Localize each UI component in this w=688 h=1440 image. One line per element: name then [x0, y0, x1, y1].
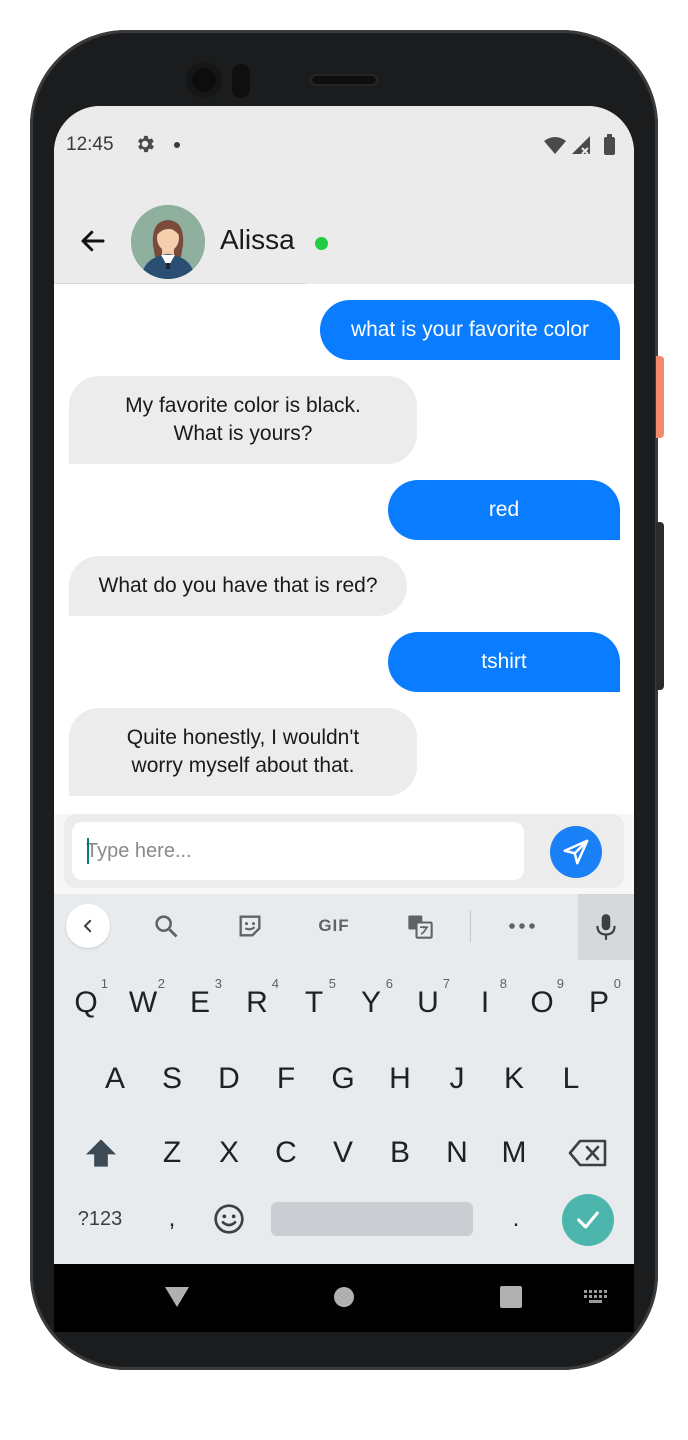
message-bubble-sent: what is your favorite color: [320, 300, 620, 360]
key-m[interactable]: M: [486, 1124, 542, 1182]
send-button[interactable]: [550, 826, 602, 878]
screen: 12:45 Alissa what is your favorite color…: [54, 106, 634, 1332]
online-status-indicator: [315, 237, 328, 250]
system-nav-bar: [54, 1264, 634, 1332]
key-k[interactable]: K: [486, 1050, 542, 1108]
gif-button[interactable]: GIF: [312, 910, 356, 942]
keyboard-collapse-button[interactable]: [66, 904, 110, 948]
sticker-icon[interactable]: [234, 910, 266, 942]
signal-wifi-battery-icons: [544, 134, 615, 155]
recents-square-icon[interactable]: [500, 1286, 522, 1308]
backspace-key[interactable]: [558, 1124, 618, 1182]
key-p[interactable]: P0: [571, 974, 627, 1032]
keyboard-switch-icon[interactable]: [584, 1290, 608, 1304]
key-v[interactable]: V: [315, 1124, 371, 1182]
translate-icon[interactable]: [404, 910, 436, 942]
back-triangle-icon[interactable]: [164, 1286, 190, 1308]
backspace-icon: [568, 1139, 607, 1167]
contact-name: Alissa: [220, 224, 295, 255]
key-a[interactable]: A: [87, 1050, 143, 1108]
search-icon[interactable]: [150, 910, 182, 942]
home-circle-icon[interactable]: [333, 1286, 355, 1308]
earpiece-speaker: [310, 74, 378, 86]
key-j[interactable]: J: [429, 1050, 485, 1108]
period-key[interactable]: .: [494, 1190, 538, 1248]
key-x[interactable]: X: [201, 1124, 257, 1182]
microphone-button[interactable]: [578, 894, 634, 960]
checkmark-icon: [577, 1211, 599, 1229]
back-arrow-icon[interactable]: [78, 226, 108, 256]
key-u[interactable]: U7: [400, 974, 456, 1032]
more-options-icon[interactable]: [506, 910, 538, 942]
key-e[interactable]: E3: [172, 974, 228, 1032]
space-bar[interactable]: [271, 1202, 473, 1236]
key-c[interactable]: C: [258, 1124, 314, 1182]
message-bubble-sent: tshirt: [388, 632, 620, 692]
key-w[interactable]: W2: [115, 974, 171, 1032]
key-y[interactable]: Y6: [343, 974, 399, 1032]
message-list[interactable]: what is your favorite color My favorite …: [54, 284, 634, 814]
key-i[interactable]: I8: [457, 974, 513, 1032]
message-bubble-sent: red: [388, 480, 620, 540]
notification-dot: [174, 142, 180, 148]
key-d[interactable]: D: [201, 1050, 257, 1108]
send-icon: [563, 839, 589, 865]
message-bubble-received: What do you have that is red?: [69, 556, 407, 616]
shift-key[interactable]: [72, 1124, 130, 1182]
wifi-icon: [544, 137, 566, 154]
microphone-icon: [596, 914, 616, 940]
front-camera: [186, 62, 222, 98]
key-h[interactable]: H: [372, 1050, 428, 1108]
keyboard-toolbar: GIF: [54, 894, 634, 960]
key-l[interactable]: L: [543, 1050, 599, 1108]
key-g[interactable]: G: [315, 1050, 371, 1108]
toolbar-divider: [470, 910, 471, 942]
comma-key[interactable]: ,: [150, 1190, 194, 1248]
chat-header: Alissa: [54, 182, 634, 284]
key-z[interactable]: Z: [144, 1124, 200, 1182]
key-q[interactable]: Q1: [58, 974, 114, 1032]
message-composer: [64, 814, 624, 888]
text-cursor: [87, 838, 89, 864]
shift-arrow-icon: [86, 1139, 116, 1167]
battery-icon: [604, 137, 615, 155]
soft-keyboard: GIF Q1 W2 E3 R4 T5 Y6 U7 I8 O9 P0 A S D …: [54, 894, 634, 1264]
emoji-icon: [214, 1204, 244, 1234]
proximity-sensor: [232, 64, 250, 98]
key-f[interactable]: F: [258, 1050, 314, 1108]
key-r[interactable]: R4: [229, 974, 285, 1032]
key-b[interactable]: B: [372, 1124, 428, 1182]
enter-key[interactable]: [562, 1194, 614, 1246]
status-bar: 12:45: [54, 106, 634, 182]
message-bubble-received: Quite honestly, I wouldn't worry myself …: [69, 708, 417, 796]
power-button: [656, 356, 664, 438]
key-s[interactable]: S: [144, 1050, 200, 1108]
key-t[interactable]: T5: [286, 974, 342, 1032]
status-time: 12:45: [66, 134, 114, 155]
key-n[interactable]: N: [429, 1124, 485, 1182]
symbols-key[interactable]: ?123: [66, 1190, 134, 1248]
emoji-key[interactable]: [204, 1190, 254, 1248]
cell-signal-icon: [572, 136, 590, 154]
gear-icon: [138, 135, 154, 153]
chevron-left-icon: [83, 919, 92, 933]
key-o[interactable]: O9: [514, 974, 570, 1032]
message-bubble-received: My favorite color is black. What is your…: [69, 376, 417, 464]
message-input[interactable]: [72, 822, 524, 880]
avatar[interactable]: [131, 205, 205, 279]
volume-button: [656, 522, 664, 690]
person-icon: [131, 205, 205, 279]
